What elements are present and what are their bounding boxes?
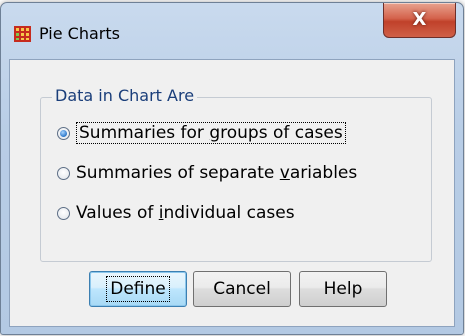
radio-button-selected[interactable] [57, 126, 70, 140]
cancel-button[interactable]: Cancel [193, 271, 291, 307]
option-individual-cases[interactable]: Values of individual cases [57, 199, 295, 227]
title-bar[interactable]: Pie Charts X [1, 3, 463, 59]
option-separate-variables[interactable]: Summaries of separate variables [57, 159, 357, 187]
option-groups-of-cases[interactable]: Summaries for groups of cases [57, 119, 346, 147]
option-label: Summaries of separate variables [76, 163, 358, 183]
data-in-chart-groupbox: Data in Chart Are Summaries for groups o… [40, 86, 432, 262]
define-button[interactable]: Define [89, 271, 187, 307]
help-button[interactable]: Help [299, 271, 387, 307]
dialog-content: Data in Chart Are Summaries for groups o… [9, 59, 455, 327]
dialog-window: Pie Charts X Data in Chart Are Summaries… [0, 2, 464, 335]
radio-button[interactable] [57, 166, 70, 180]
app-grid-icon [14, 26, 31, 42]
radio-button[interactable] [57, 206, 70, 220]
group-label: Data in Chart Are [52, 86, 198, 105]
close-icon: X [412, 9, 427, 30]
option-label: Values of individual cases [76, 203, 295, 223]
option-label: Summaries for groups of cases [76, 122, 346, 144]
window-title: Pie Charts [39, 24, 120, 43]
close-button[interactable]: X [383, 3, 456, 38]
